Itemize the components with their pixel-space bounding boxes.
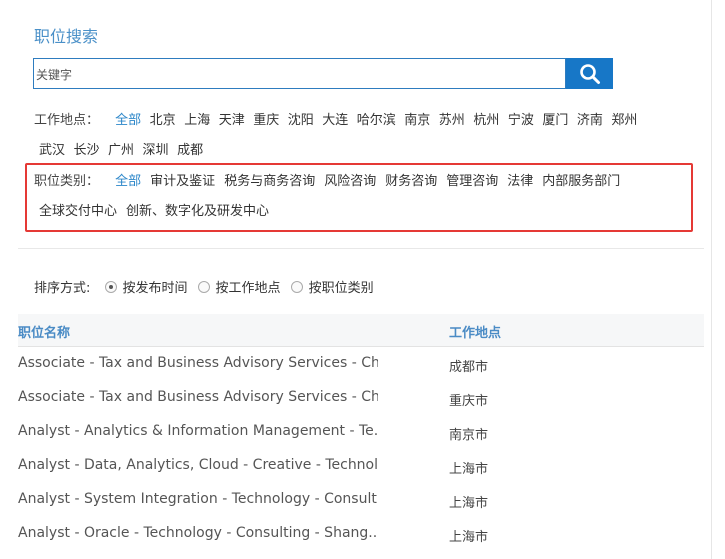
- category-filter-option[interactable]: 全部: [115, 174, 141, 189]
- job-title-link[interactable]: Associate - Tax and Business Advisory Se…: [18, 389, 378, 405]
- location-filter-option[interactable]: 济南: [577, 113, 603, 128]
- sort-radio[interactable]: [197, 281, 210, 293]
- category-filter-option[interactable]: 税务与商务咨询: [224, 174, 315, 189]
- location-filter-option[interactable]: 厦门: [542, 113, 568, 128]
- job-location: 上海市: [449, 530, 489, 545]
- sort-label: 排序方式:: [34, 281, 91, 296]
- job-title-link[interactable]: Analyst - Analytics & Information Manage…: [18, 423, 378, 439]
- search-placeholder: 关键字: [36, 68, 73, 82]
- table-row[interactable]: Analyst - Oracle - Technology - Consulti…: [18, 517, 704, 551]
- location-filter-option[interactable]: 苏州: [439, 113, 465, 128]
- divider: [18, 248, 704, 249]
- location-filter-row-2: 武汉 长沙 广州 深圳 成都: [39, 139, 212, 158]
- category-filter-option[interactable]: 全球交付中心: [39, 204, 117, 219]
- location-filter-option[interactable]: 郑州: [611, 113, 637, 128]
- location-filter-option[interactable]: 深圳: [143, 143, 169, 158]
- location-filter-option[interactable]: 北京: [150, 113, 176, 128]
- location-filter-option[interactable]: 宁波: [508, 113, 534, 128]
- column-header-location: 工作地点: [449, 326, 502, 341]
- job-location: 上海市: [449, 496, 489, 511]
- category-filter-option[interactable]: 管理咨询: [446, 174, 498, 189]
- location-filter-row: 工作地点： 全部 北京 上海 天津 重庆 沈阳 大连 哈尔滨 南京 苏州 杭州 宁波 厦门 济南 郑州: [34, 109, 646, 128]
- sort-radio[interactable]: [104, 281, 117, 293]
- location-filter-option[interactable]: 成都: [177, 143, 203, 158]
- sort-option-label[interactable]: 按发布时间: [123, 281, 188, 296]
- location-filter-label: 工作地点：: [34, 113, 100, 128]
- sort-option-label[interactable]: 按职位类别: [309, 281, 374, 296]
- location-filter-option[interactable]: 长沙: [74, 143, 100, 158]
- job-location: 南京市: [449, 428, 489, 443]
- search-input[interactable]: 关键字: [33, 58, 566, 89]
- sort-options: 排序方式: 按发布时间 按工作地点 按职位类别: [34, 277, 374, 296]
- category-filter-option[interactable]: 审计及鉴证: [150, 174, 215, 189]
- category-filter-option[interactable]: 创新、数字化及研发中心: [126, 204, 269, 219]
- job-title-link[interactable]: Analyst - Data, Analytics, Cloud - Creat…: [18, 457, 378, 473]
- table-row[interactable]: Analyst - Data, Analytics, Cloud - Creat…: [18, 449, 704, 483]
- sort-option-label[interactable]: 按工作地点: [216, 281, 281, 296]
- location-filter-option[interactable]: 大连: [322, 113, 348, 128]
- location-filter-option[interactable]: 广州: [108, 143, 134, 158]
- category-filter-label: 职位类别：: [34, 174, 100, 189]
- job-title-link[interactable]: Analyst - System Integration - Technolog…: [18, 491, 378, 507]
- category-filter-row: 职位类别： 全部 审计及鉴证 税务与商务咨询 风险咨询 财务咨询 管理咨询 法律 内部服务部门: [34, 170, 629, 189]
- category-filter-option[interactable]: 财务咨询: [385, 174, 437, 189]
- location-filter-option[interactable]: 南京: [404, 113, 430, 128]
- location-filter-option[interactable]: 全部: [115, 113, 141, 128]
- location-filter-option[interactable]: 重庆: [253, 113, 279, 128]
- location-filter-option[interactable]: 上海: [184, 113, 210, 128]
- job-location: 重庆市: [449, 394, 489, 409]
- job-title-link[interactable]: Analyst - Oracle - Technology - Consulti…: [18, 525, 378, 541]
- location-filter-option[interactable]: 武汉: [39, 143, 65, 158]
- table-row[interactable]: Analyst - System Integration - Technolog…: [18, 483, 704, 517]
- table-row[interactable]: Associate - Tax and Business Advisory Se…: [18, 381, 704, 415]
- location-filter-option[interactable]: 沈阳: [288, 113, 314, 128]
- column-header-name: 职位名称: [18, 326, 71, 341]
- sort-radio[interactable]: [290, 281, 303, 293]
- table-header: 职位名称 工作地点: [18, 314, 704, 347]
- location-filter-option[interactable]: 天津: [219, 113, 245, 128]
- table-row[interactable]: Associate - Tax and Business Advisory Se…: [18, 347, 704, 381]
- search-button[interactable]: [566, 58, 613, 89]
- category-filter-row-2: 全球交付中心 创新、数字化及研发中心: [39, 200, 278, 219]
- table-row[interactable]: Analyst - Analytics & Information Manage…: [18, 415, 704, 449]
- category-filter-option[interactable]: 法律: [507, 174, 533, 189]
- page-title: 职位搜索: [34, 27, 99, 46]
- location-filter-option[interactable]: 哈尔滨: [357, 113, 396, 128]
- search-icon: [580, 64, 600, 84]
- job-location: 成都市: [449, 360, 489, 375]
- job-title-link[interactable]: Associate - Tax and Business Advisory Se…: [18, 355, 378, 371]
- job-location: 上海市: [449, 462, 489, 477]
- location-filter-option[interactable]: 杭州: [473, 113, 499, 128]
- search-bar: 关键字: [33, 58, 613, 89]
- category-filter-option[interactable]: 风险咨询: [324, 174, 376, 189]
- category-filter-option[interactable]: 内部服务部门: [542, 174, 620, 189]
